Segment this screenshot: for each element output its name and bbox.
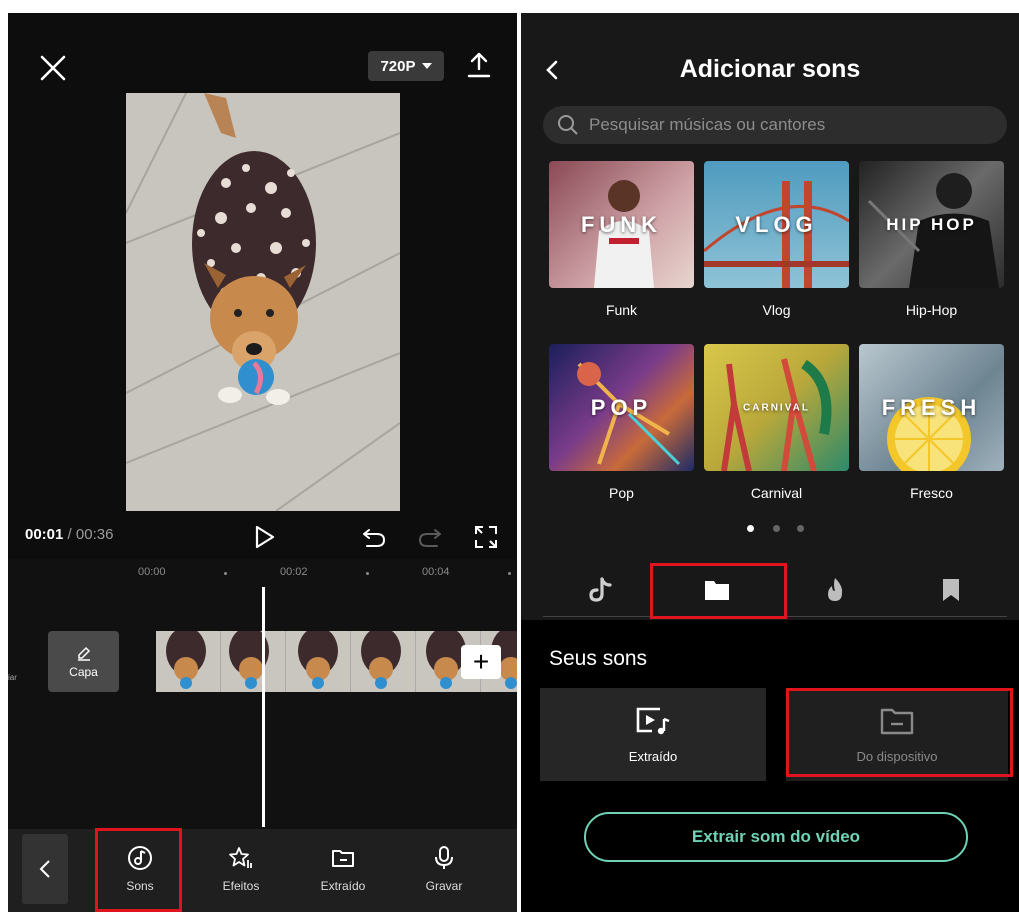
dog-video-frame	[126, 93, 400, 511]
genre-thumbnail: POP	[549, 344, 694, 471]
carousel-dot	[773, 525, 780, 532]
genre-carnival[interactable]: CARNIVAL Carnival	[704, 344, 849, 501]
cover-label: Capa	[69, 664, 98, 679]
genre-funk[interactable]: FUNK Funk	[549, 161, 694, 318]
tool-label: Efeitos	[222, 879, 260, 893]
add-clip-button[interactable]: +	[461, 645, 501, 679]
folder-icon	[332, 850, 354, 867]
tool-extraido[interactable]: Extraído	[303, 845, 383, 893]
genre-thumbnail: HIP HOP	[859, 161, 1004, 288]
video-music-icon	[636, 707, 670, 735]
tiktok-icon[interactable]	[587, 576, 615, 604]
genre-thumb-text: VLOG	[735, 211, 818, 237]
genre-thumb-text: CARNIVAL	[743, 402, 810, 413]
clip-frame	[286, 631, 351, 692]
tool-efeitos[interactable]: Efeitos	[201, 845, 281, 893]
search-placeholder: Pesquisar músicas ou cantores	[589, 115, 826, 134]
genre-vlog[interactable]: VLOG Vlog	[704, 161, 849, 318]
fire-icon[interactable]	[821, 576, 849, 604]
ruler-label: 00:04	[422, 566, 450, 578]
clip-frame	[351, 631, 416, 692]
genre-label: Funk	[605, 302, 638, 318]
play-icon[interactable]	[250, 523, 278, 551]
genre-thumb-text: FRESH	[881, 394, 982, 420]
ruler-tick	[508, 572, 511, 575]
video-preview	[126, 93, 400, 511]
source-label: Extraído	[628, 749, 678, 764]
highlight-folder-tab	[650, 563, 787, 619]
genre-label: Vlog	[762, 302, 791, 318]
fullscreen-icon[interactable]	[472, 523, 500, 551]
genre-fresco[interactable]: FRESH Fresco	[859, 344, 1004, 501]
section-title: Seus sons	[549, 647, 648, 670]
ruler-tick	[366, 572, 369, 575]
genre-thumb-text: POP	[590, 394, 653, 420]
genre-thumbnail: FUNK	[549, 161, 694, 288]
tool-label: Gravar	[425, 879, 463, 893]
tool-gravar[interactable]: Gravar	[404, 845, 484, 893]
playhead[interactable]	[262, 587, 265, 827]
genre-pop[interactable]: POP Pop	[549, 344, 694, 501]
genre-thumbnail: CARNIVAL	[704, 344, 849, 471]
genre-label: Pop	[609, 485, 634, 501]
genre-thumb-text: HIP HOP	[886, 214, 977, 234]
caret-down-icon	[421, 63, 432, 69]
tool-label: Extraído	[320, 879, 366, 893]
video-editor-panel: 720P 00:01 / 00:36 00:00 00:02 00:04 iar…	[8, 13, 517, 912]
time-current: 00:01	[25, 526, 64, 543]
export-icon[interactable]	[466, 51, 492, 79]
highlight-device-source	[786, 688, 1013, 777]
ruler-label: 00:00	[138, 566, 166, 578]
genre-thumbnail: FRESH	[859, 344, 1004, 471]
resolution-value: 720P	[380, 57, 416, 75]
genre-hip-hop[interactable]: HIP HOP Hip-Hop	[859, 161, 1004, 318]
close-icon[interactable]	[38, 53, 68, 83]
genre-label: Fresco	[910, 485, 953, 501]
carousel-dot	[797, 525, 804, 532]
redo-icon[interactable]	[416, 523, 444, 551]
microphone-icon	[435, 846, 453, 869]
genre-thumbnail: VLOG	[704, 161, 849, 288]
highlight-sons	[95, 828, 182, 912]
genre-label: Hip-Hop	[905, 302, 958, 318]
genre-thumb-text: FUNK	[580, 211, 663, 237]
genre-label: Carnival	[750, 485, 803, 501]
time-total: / 00:36	[67, 526, 114, 543]
pencil-icon	[77, 646, 90, 661]
ruler-label: 00:02	[280, 566, 308, 578]
time-readout: 00:01 / 00:36	[25, 526, 113, 543]
page-title: Adicionar sons	[679, 55, 861, 83]
add-sounds-panel: Adicionar sons Pesquisar músicas ou cant…	[521, 13, 1019, 912]
edge-label: iar	[8, 673, 17, 682]
extract-audio-button[interactable]: Extrair som do vídeo	[584, 812, 968, 862]
ruler-tick	[224, 572, 227, 575]
chevron-left-icon	[39, 860, 50, 878]
clip-frame	[156, 631, 221, 692]
toolbar-back-button[interactable]	[22, 834, 68, 904]
search-icon	[558, 115, 578, 135]
clip-frame	[221, 631, 286, 692]
cover-button[interactable]: Capa	[48, 631, 119, 692]
carousel-dot-active	[747, 525, 754, 532]
bookmark-icon[interactable]	[937, 576, 965, 604]
search-input[interactable]: Pesquisar músicas ou cantores	[543, 106, 1007, 144]
resolution-dropdown[interactable]: 720P	[368, 51, 444, 81]
effects-star-icon	[229, 847, 252, 868]
source-extracted-button[interactable]: Extraído	[540, 688, 766, 781]
undo-icon[interactable]	[360, 523, 388, 551]
